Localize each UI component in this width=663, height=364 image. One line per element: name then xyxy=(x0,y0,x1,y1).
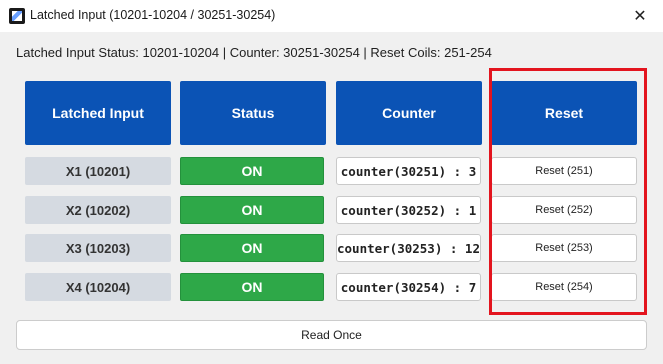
header-status: Status xyxy=(180,81,326,145)
status-badge-x4: ON xyxy=(180,273,324,301)
input-label-x2: X2 (10202) xyxy=(25,196,171,224)
status-badge-x2: ON xyxy=(180,196,324,224)
title-bar: Latched Input (10201-10204 / 30251-30254… xyxy=(0,0,663,32)
counter-value-x1: counter(30251) : 3 xyxy=(336,157,481,185)
reset-button-252[interactable]: Reset (252) xyxy=(491,196,637,224)
counter-value-x3: counter(30253) : 12 xyxy=(336,234,481,262)
app-icon xyxy=(9,8,25,24)
status-badge-x3: ON xyxy=(180,234,324,262)
input-label-x4: X4 (10204) xyxy=(25,273,171,301)
close-button[interactable]: ✕ xyxy=(617,0,663,32)
reset-button-253[interactable]: Reset (253) xyxy=(491,234,637,262)
counter-value-x4: counter(30254) : 7 xyxy=(336,273,481,301)
reset-button-254[interactable]: Reset (254) xyxy=(491,273,637,301)
window-title: Latched Input (10201-10204 / 30251-30254… xyxy=(30,8,276,22)
input-label-x3: X3 (10203) xyxy=(25,234,171,262)
reset-button-251[interactable]: Reset (251) xyxy=(491,157,637,185)
counter-value-x2: counter(30252) : 1 xyxy=(336,196,481,224)
header-latched-input: Latched Input xyxy=(25,81,171,145)
status-badge-x1: ON xyxy=(180,157,324,185)
read-once-button[interactable]: Read Once xyxy=(16,320,647,350)
close-icon: ✕ xyxy=(633,8,647,25)
status-summary: Latched Input Status: 10201-10204 | Coun… xyxy=(16,45,492,60)
input-label-x1: X1 (10201) xyxy=(25,157,171,185)
header-reset: Reset xyxy=(491,81,637,145)
header-counter: Counter xyxy=(336,81,482,145)
